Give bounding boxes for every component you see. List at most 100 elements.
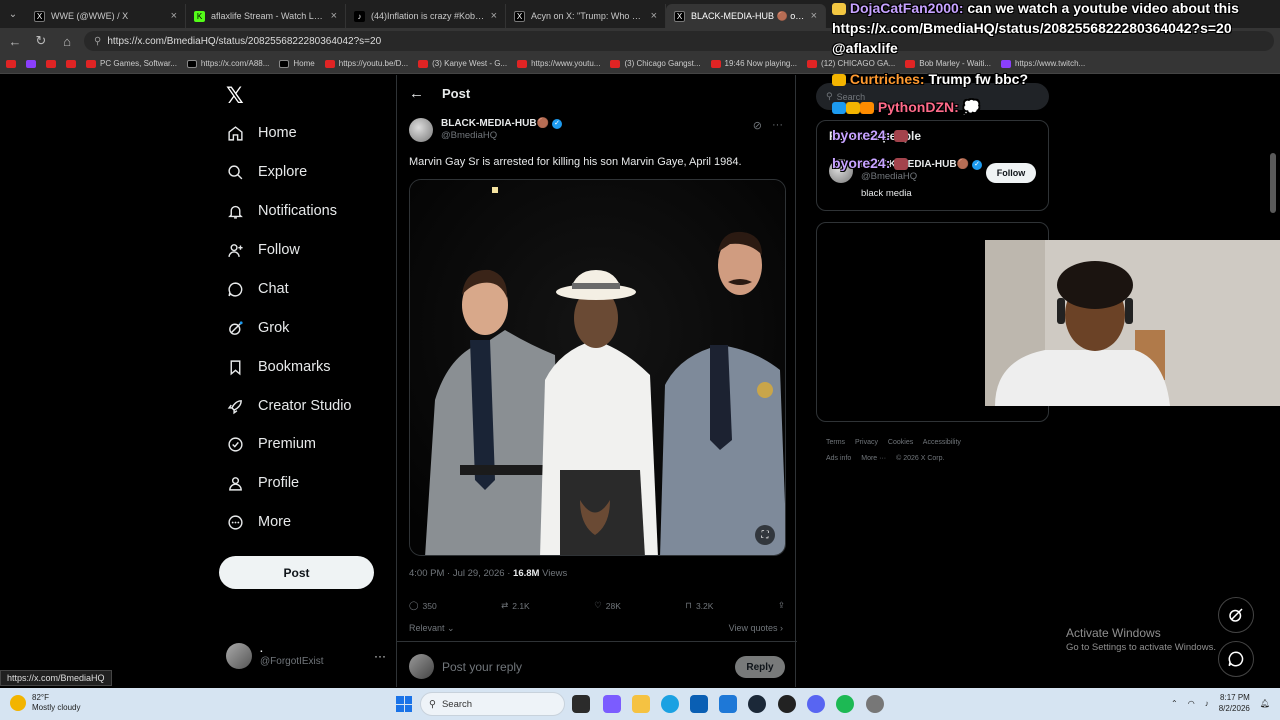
clock[interactable]: 8:17 PM 8/2/2026 bbox=[1219, 692, 1250, 714]
mail-icon[interactable] bbox=[719, 695, 737, 713]
reply-button[interactable]: ◯ 350 bbox=[409, 600, 437, 611]
browser-tab[interactable]: XAcyn on X: "Trump: Who are you w× bbox=[506, 4, 666, 28]
browser-tab[interactable]: X WWE (@WWE) / X × bbox=[26, 4, 186, 28]
more-dots-icon[interactable]: ··· bbox=[374, 649, 386, 663]
home-icon[interactable]: ⌂ bbox=[58, 34, 76, 49]
post-button[interactable]: Post bbox=[219, 556, 374, 589]
x-logo-icon[interactable]: 𝕏 bbox=[226, 83, 244, 109]
post-timestamp[interactable]: 4:00 PM · Jul 29, 2026 · bbox=[409, 568, 513, 579]
browser-tab[interactable]: Kaflaxlife Stream - Watch Live on Kick× bbox=[186, 4, 346, 28]
footer-link[interactable]: Cookies bbox=[888, 439, 913, 446]
footer-link[interactable]: Terms bbox=[826, 439, 845, 446]
close-icon[interactable]: × bbox=[491, 10, 497, 22]
reply-submit-button[interactable]: Reply bbox=[735, 656, 785, 678]
weather-desc: Mostly cloudy bbox=[32, 703, 81, 712]
bookmark-item[interactable]: https://x.com/A88... bbox=[186, 59, 269, 68]
obs-icon[interactable] bbox=[778, 695, 796, 713]
grok-icon[interactable]: ⊘ bbox=[753, 119, 762, 132]
image-edit-icon[interactable]: ⛶ bbox=[755, 525, 775, 545]
windows-taskbar: 82°F Mostly cloudy ⚲ Search ⌃ ◠ ♪ 8:17 P… bbox=[0, 688, 1280, 720]
bookmark-button[interactable]: ⊓ 3.2K bbox=[685, 600, 713, 611]
follow-button[interactable]: Follow bbox=[986, 163, 1036, 183]
reply-input[interactable]: Post your reply bbox=[442, 660, 522, 674]
nav-label: Creator Studio bbox=[258, 398, 352, 414]
bookmark-item[interactable] bbox=[6, 59, 16, 68]
spotify-icon[interactable] bbox=[836, 695, 854, 713]
view-quotes-link[interactable]: View quotes › bbox=[729, 623, 783, 633]
account-switcher[interactable]: . @ForgotIExist ··· bbox=[226, 643, 386, 669]
store-icon[interactable] bbox=[690, 695, 708, 713]
discord-icon[interactable] bbox=[807, 695, 825, 713]
back-arrow-icon[interactable]: ← bbox=[409, 85, 424, 102]
bookmark-item[interactable] bbox=[66, 59, 76, 68]
weather-widget[interactable]: 82°F Mostly cloudy bbox=[10, 693, 80, 713]
task-view-icon[interactable] bbox=[572, 695, 590, 713]
post-author[interactable]: BLACK-MEDIA-HUB🟤 ✓ @BmediaHQ bbox=[409, 118, 562, 142]
volume-icon[interactable]: ♪ bbox=[1205, 699, 1209, 708]
post-image[interactable]: ⛶ bbox=[409, 179, 786, 556]
nav-item-bookmarks[interactable]: Bookmarks bbox=[226, 358, 331, 376]
bookmark-item[interactable]: (3) Kanye West - G... bbox=[418, 59, 507, 68]
suggest-bio: black media bbox=[861, 188, 912, 199]
author-avatar[interactable] bbox=[409, 118, 433, 142]
nav-item-grok[interactable]: Grok bbox=[226, 319, 289, 337]
network-icon[interactable]: ◠ bbox=[1188, 699, 1195, 708]
bookmark-item[interactable]: (3) Chicago Gangst... bbox=[610, 59, 701, 68]
nav-label: Bookmarks bbox=[258, 359, 331, 375]
nav-item-explore[interactable]: Explore bbox=[226, 163, 307, 181]
nav-item-creator-studio[interactable]: Creator Studio bbox=[226, 397, 352, 415]
file-explorer-icon[interactable] bbox=[632, 695, 650, 713]
bookmark-item[interactable]: 19:46 Now playing... bbox=[710, 59, 797, 68]
more-dots-icon[interactable]: ··· bbox=[772, 119, 783, 132]
sort-replies-dropdown[interactable]: Relevant ⌄ bbox=[409, 623, 455, 634]
nav-item-profile[interactable]: Profile bbox=[226, 474, 299, 492]
share-button[interactable]: ⇪ bbox=[778, 600, 785, 611]
like-button[interactable]: ♡ 28K bbox=[594, 600, 621, 611]
grok-fab-button[interactable] bbox=[1218, 597, 1254, 633]
taskbar-search[interactable]: ⚲ Search bbox=[420, 692, 565, 716]
close-icon[interactable]: × bbox=[171, 10, 177, 22]
footer-link[interactable]: Ads info bbox=[826, 455, 851, 462]
bookmark-item[interactable]: Bob Marley - Waiti... bbox=[905, 59, 991, 68]
chat-message: byore24: bbox=[832, 127, 909, 144]
nav-item-notifications[interactable]: Notifications bbox=[226, 202, 337, 220]
settings-icon[interactable] bbox=[866, 695, 884, 713]
close-icon[interactable]: × bbox=[331, 10, 337, 22]
author-handle[interactable]: @BmediaHQ bbox=[441, 130, 562, 141]
start-button[interactable] bbox=[396, 696, 412, 712]
bookmark-item[interactable]: https://www.twitch... bbox=[1000, 59, 1085, 68]
nav-item-follow[interactable]: Follow bbox=[226, 241, 300, 259]
widgets-icon[interactable] bbox=[603, 695, 621, 713]
bookmark-item[interactable]: (12) CHICAGO GA... bbox=[807, 59, 895, 68]
site-info-icon[interactable]: ⚲ bbox=[94, 36, 101, 47]
footer-link[interactable]: Privacy bbox=[855, 439, 878, 446]
tab-list-button[interactable]: ⌄ bbox=[0, 0, 26, 28]
edge-icon[interactable] bbox=[661, 695, 679, 713]
footer-link[interactable]: More ··· bbox=[861, 455, 886, 462]
close-icon[interactable]: × bbox=[811, 10, 817, 22]
reload-icon[interactable]: ↻ bbox=[32, 33, 50, 49]
footer-link[interactable]: Accessibility bbox=[923, 439, 961, 446]
back-arrow-icon[interactable]: ← bbox=[6, 34, 24, 49]
rocket-icon bbox=[226, 397, 244, 415]
chat-fab-button[interactable] bbox=[1218, 641, 1254, 677]
notification-bell-icon[interactable]: 🔔︎ bbox=[1260, 699, 1270, 708]
steam-icon[interactable] bbox=[748, 695, 766, 713]
close-icon[interactable]: × bbox=[651, 10, 657, 22]
bookmark-item[interactable]: https://youtu.be/D... bbox=[324, 59, 408, 68]
bookmark-item[interactable] bbox=[26, 59, 36, 68]
bookmark-item[interactable]: PC Games, Softwar... bbox=[86, 59, 177, 68]
repost-button[interactable]: ⇄ 2.1K bbox=[501, 600, 530, 611]
author-name[interactable]: BLACK-MEDIA-HUB🟤 bbox=[441, 118, 549, 130]
chevron-up-icon[interactable]: ⌃ bbox=[1171, 699, 1178, 708]
browser-tab[interactable]: ♪(44)Inflation is crazy #Kobe | TikTok× bbox=[346, 4, 506, 28]
browser-tab-active[interactable]: XBLACK-MEDIA-HUB 🟤 on X: "Mar× bbox=[666, 4, 826, 28]
nav-item-home[interactable]: Home bbox=[226, 124, 297, 142]
bookmark-item[interactable] bbox=[46, 59, 56, 68]
nav-item-more[interactable]: More bbox=[226, 513, 291, 531]
bookmark-item[interactable]: Home bbox=[279, 59, 315, 68]
nav-item-chat[interactable]: Chat bbox=[226, 280, 289, 298]
bookmark-item[interactable]: https://www.youtu... bbox=[517, 59, 600, 68]
scrollbar[interactable] bbox=[1270, 153, 1276, 213]
nav-item-premium[interactable]: Premium bbox=[226, 435, 316, 453]
